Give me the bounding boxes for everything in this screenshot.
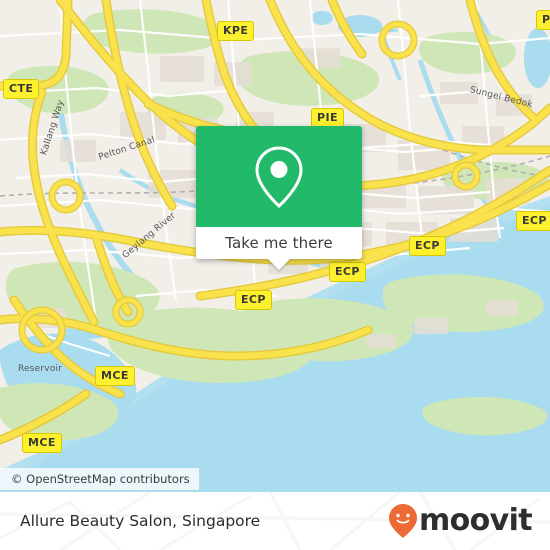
highway-shield-pie[interactable]: PIE bbox=[536, 10, 550, 30]
highway-shield-cte[interactable]: CTE bbox=[3, 79, 40, 99]
highway-shield-mce[interactable]: MCE bbox=[95, 366, 135, 386]
highway-shield-mce[interactable]: MCE bbox=[22, 433, 62, 453]
moovit-logo[interactable]: moovit bbox=[388, 503, 533, 539]
popup-tail-pointer bbox=[267, 258, 291, 270]
map-canvas[interactable]: Kallang Way Pelton Canal Geylang River S… bbox=[0, 0, 550, 492]
place-caption: Allure Beauty Salon, Singapore bbox=[20, 512, 261, 530]
highway-shield-ecp[interactable]: ECP bbox=[235, 290, 272, 310]
footer-bar: Allure Beauty Salon, Singapore moovit bbox=[0, 492, 550, 550]
highway-shield-ecp[interactable]: ECP bbox=[329, 262, 366, 282]
highway-shield-pie[interactable]: PIE bbox=[311, 108, 344, 128]
location-pin-icon bbox=[255, 145, 303, 208]
moovit-wordmark: moovit bbox=[418, 503, 533, 538]
moovit-pin-icon bbox=[388, 504, 417, 538]
screenshot-root: Kallang Way Pelton Canal Geylang River S… bbox=[0, 0, 550, 550]
take-me-there-label: Take me there bbox=[225, 234, 333, 252]
location-popup-card[interactable]: Take me there bbox=[196, 126, 362, 270]
highway-shield-kpe[interactable]: KPE bbox=[217, 21, 255, 41]
highway-shield-ecp[interactable]: ECP bbox=[409, 236, 446, 256]
highway-shield-ecp[interactable]: ECP bbox=[516, 211, 550, 231]
osm-attribution-text: © OpenStreetMap contributors bbox=[11, 472, 190, 486]
popup-card-header bbox=[196, 126, 362, 227]
popup-card-footer[interactable]: Take me there bbox=[196, 227, 362, 270]
osm-attribution[interactable]: © OpenStreetMap contributors bbox=[0, 468, 199, 490]
map-label: Reservoir bbox=[18, 364, 63, 374]
